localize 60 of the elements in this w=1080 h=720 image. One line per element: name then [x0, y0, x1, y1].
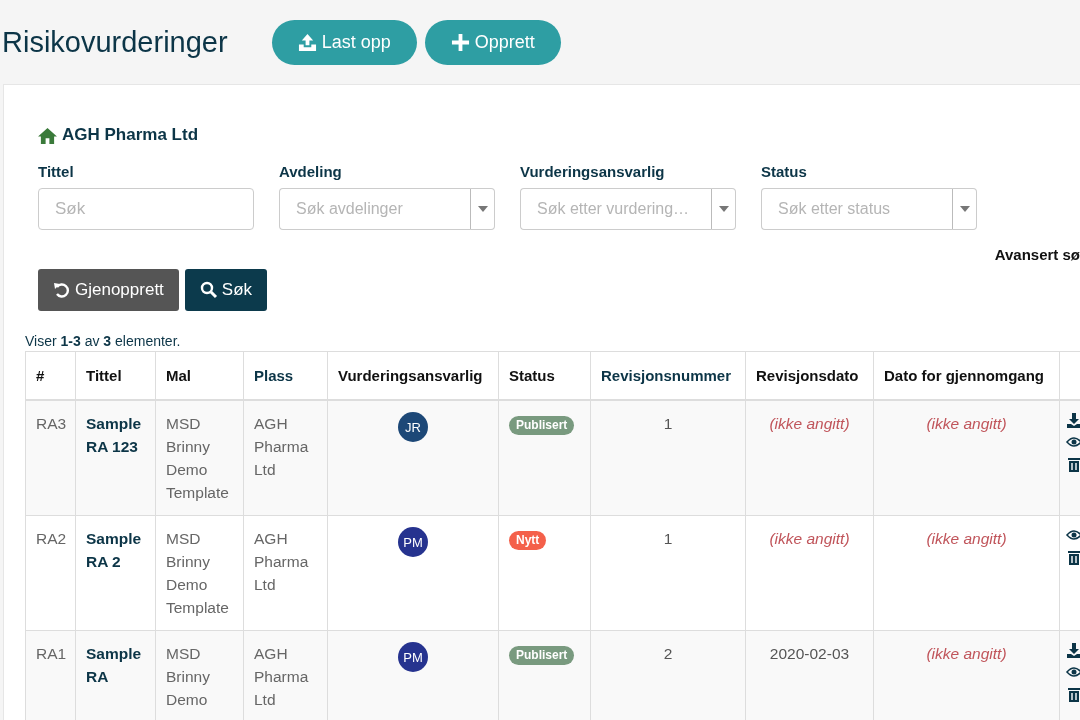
table-cell: 2020-02-03 [745, 630, 874, 720]
search-button[interactable]: Søk [184, 269, 268, 311]
eye-icon[interactable] [1066, 664, 1080, 680]
filter-label: Avdeling [279, 163, 343, 180]
select-field[interactable]: Søk avdelinger [279, 188, 470, 230]
filter-label: Vurderingsansvarlig [520, 163, 666, 180]
table-cell: (ikke angitt) [745, 400, 874, 516]
caret-icon [959, 206, 970, 212]
table-cell: 1 [590, 515, 746, 631]
table-cell: MSD Brinny Demo Template [155, 515, 244, 631]
table-cell: MSD Brinny Demo Template [155, 400, 244, 516]
reset-button[interactable]: Gjenopprett [38, 269, 179, 311]
table-cell: (ikke angitt) [873, 515, 1060, 631]
page-title: Risikovurderinger [2, 25, 228, 59]
download-icon[interactable] [1066, 642, 1080, 658]
title-link[interactable]: Sample RA 123 [75, 400, 156, 516]
avatar: PM [398, 642, 428, 672]
table-cell: 2 [590, 630, 746, 720]
dropdown-button[interactable] [470, 188, 495, 230]
plus-icon [450, 32, 470, 52]
dropdown-button[interactable] [952, 188, 977, 230]
dropdown-button[interactable] [711, 188, 736, 230]
result-summary: Viser 1-3 av 3 elementer. [25, 333, 182, 349]
upload-icon [297, 32, 317, 52]
trash-icon[interactable] [1066, 686, 1080, 702]
advanced-search-link[interactable]: Avansert sø [994, 246, 1080, 263]
filter-label: Status [761, 163, 808, 180]
table-cell: RA3 [25, 400, 76, 516]
status-badge: Publisert [509, 646, 575, 665]
search-icon [199, 281, 218, 299]
avatar: JR [398, 412, 428, 442]
avatar: PM [398, 527, 428, 557]
undo-icon [53, 281, 71, 299]
table-cell: (ikke angitt) [745, 515, 874, 631]
status-badge: Nytt [509, 531, 547, 550]
filter-label: Tittel [38, 163, 75, 180]
table-cell: AGH Pharma Ltd [243, 515, 328, 631]
search-field[interactable]: Søk [38, 188, 254, 230]
caret-icon [477, 206, 488, 212]
table-cell: MSD Brinny Demo [155, 630, 244, 720]
download-icon[interactable] [1066, 412, 1080, 428]
organization-name: AGH Pharma Ltd [62, 125, 199, 145]
eye-icon[interactable] [1066, 434, 1080, 450]
table-cell: RA2 [25, 515, 76, 631]
status-badge: Publisert [509, 416, 575, 435]
eye-icon[interactable] [1066, 527, 1080, 543]
title-link[interactable]: Sample RA [75, 630, 156, 720]
table-cell: RA1 [25, 630, 76, 720]
select-field[interactable]: Søk etter status [761, 188, 952, 230]
home-icon [38, 126, 57, 144]
trash-icon[interactable] [1066, 549, 1080, 565]
trash-icon[interactable] [1066, 456, 1080, 472]
table-cell: AGH Pharma Ltd [243, 400, 328, 516]
table-cell: (ikke angitt) [873, 400, 1060, 516]
table-cell: 1 [590, 400, 746, 516]
table-cell: AGH Pharma Ltd [243, 630, 328, 720]
caret-icon [718, 206, 729, 212]
title-link[interactable]: Sample RA 2 [75, 515, 156, 631]
select-field[interactable]: Søk etter vurdering… [520, 188, 711, 230]
table-cell: (ikke angitt) [873, 630, 1060, 720]
